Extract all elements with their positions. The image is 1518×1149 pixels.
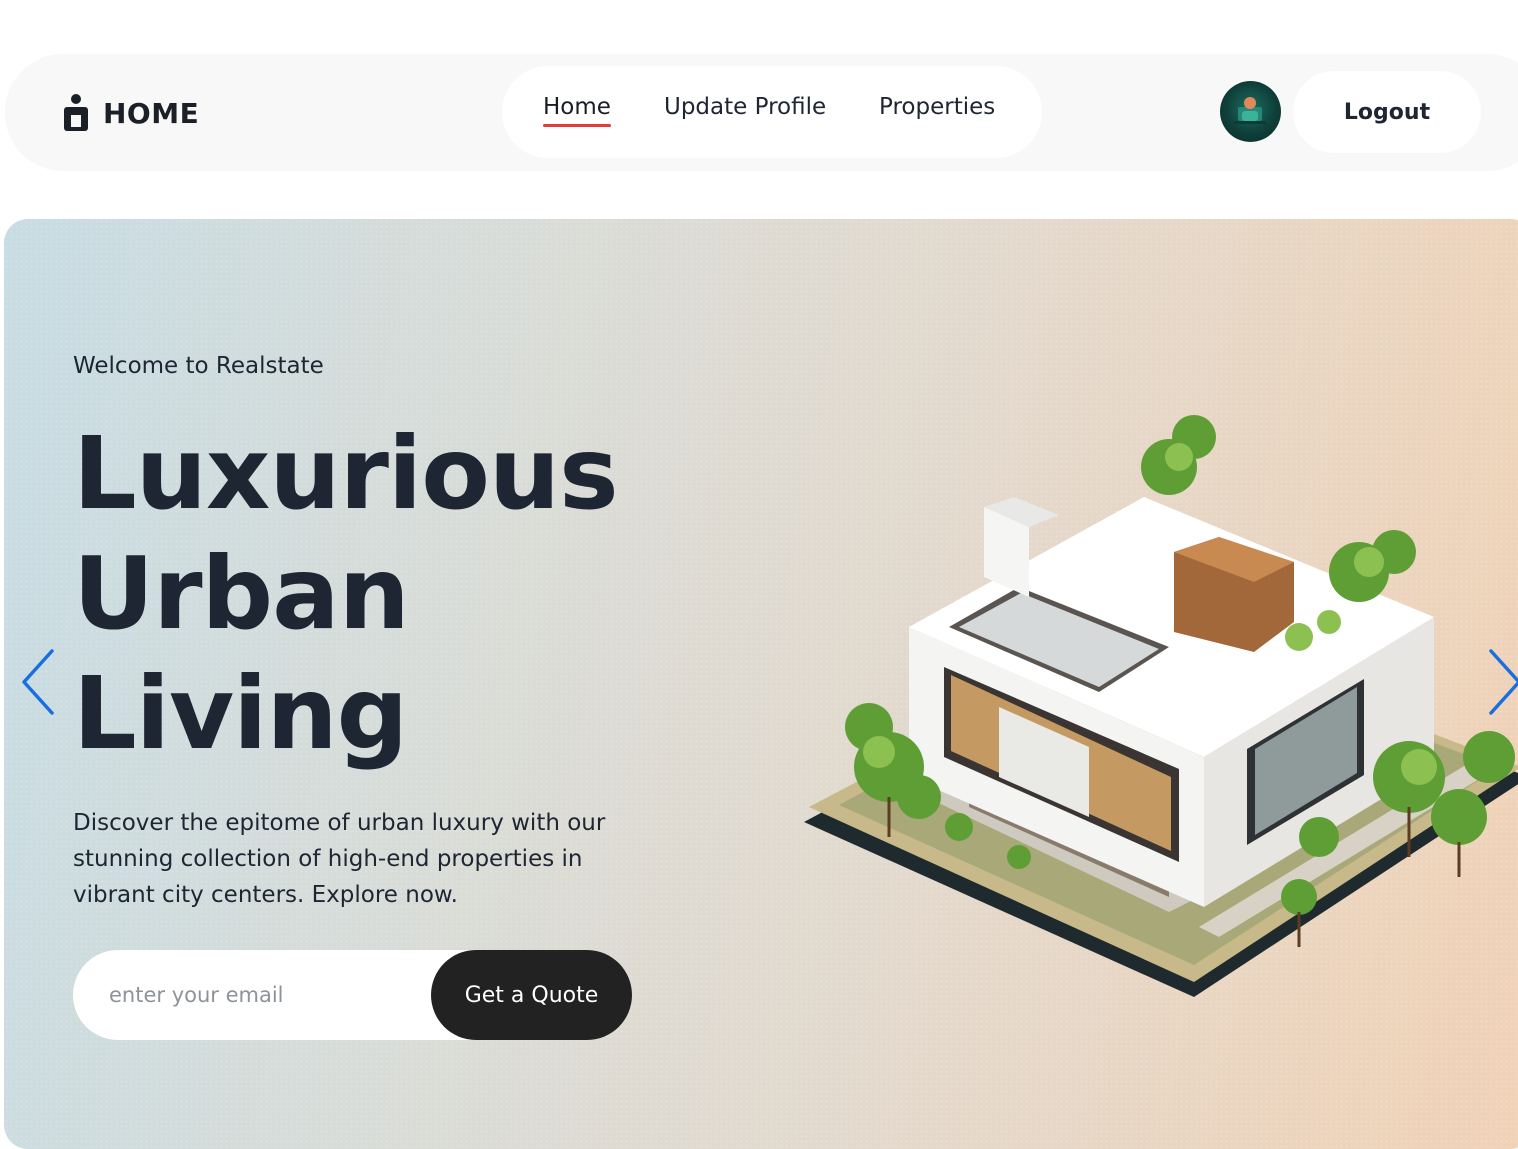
headline-line-3: Living xyxy=(73,655,408,772)
hero-description: Discover the epitome of urban luxury wit… xyxy=(73,810,606,908)
quote-form: Get a Quote xyxy=(73,950,632,1040)
house-illustration xyxy=(804,415,1518,997)
brand[interactable]: HOME xyxy=(63,94,199,132)
get-quote-button[interactable]: Get a Quote xyxy=(431,950,632,1040)
logout-button[interactable]: Logout xyxy=(1293,71,1481,153)
chevron-left-icon[interactable] xyxy=(18,647,58,717)
brand-label: HOME xyxy=(103,96,200,130)
hero-headline: Luxurious Urban Living xyxy=(73,414,619,774)
headline-line-1: Luxurious xyxy=(73,415,619,532)
hero-welcome: Welcome to Realstate xyxy=(73,353,324,379)
nav-link-home[interactable]: Home xyxy=(543,94,611,127)
avatar[interactable] xyxy=(1220,81,1281,142)
main-nav: Home Update Profile Properties xyxy=(502,66,1042,158)
hero-carousel: Welcome to Realstate Luxurious Urban Liv… xyxy=(4,219,1518,1149)
headline-line-2: Urban xyxy=(73,535,410,652)
user-icon xyxy=(64,94,88,131)
nav-link-update-profile[interactable]: Update Profile xyxy=(664,94,826,120)
avatar-image xyxy=(1234,97,1266,124)
email-input[interactable] xyxy=(73,950,433,1040)
nav-link-properties[interactable]: Properties xyxy=(879,94,995,120)
navbar: HOME Home Update Profile Properties Logo… xyxy=(5,54,1518,171)
